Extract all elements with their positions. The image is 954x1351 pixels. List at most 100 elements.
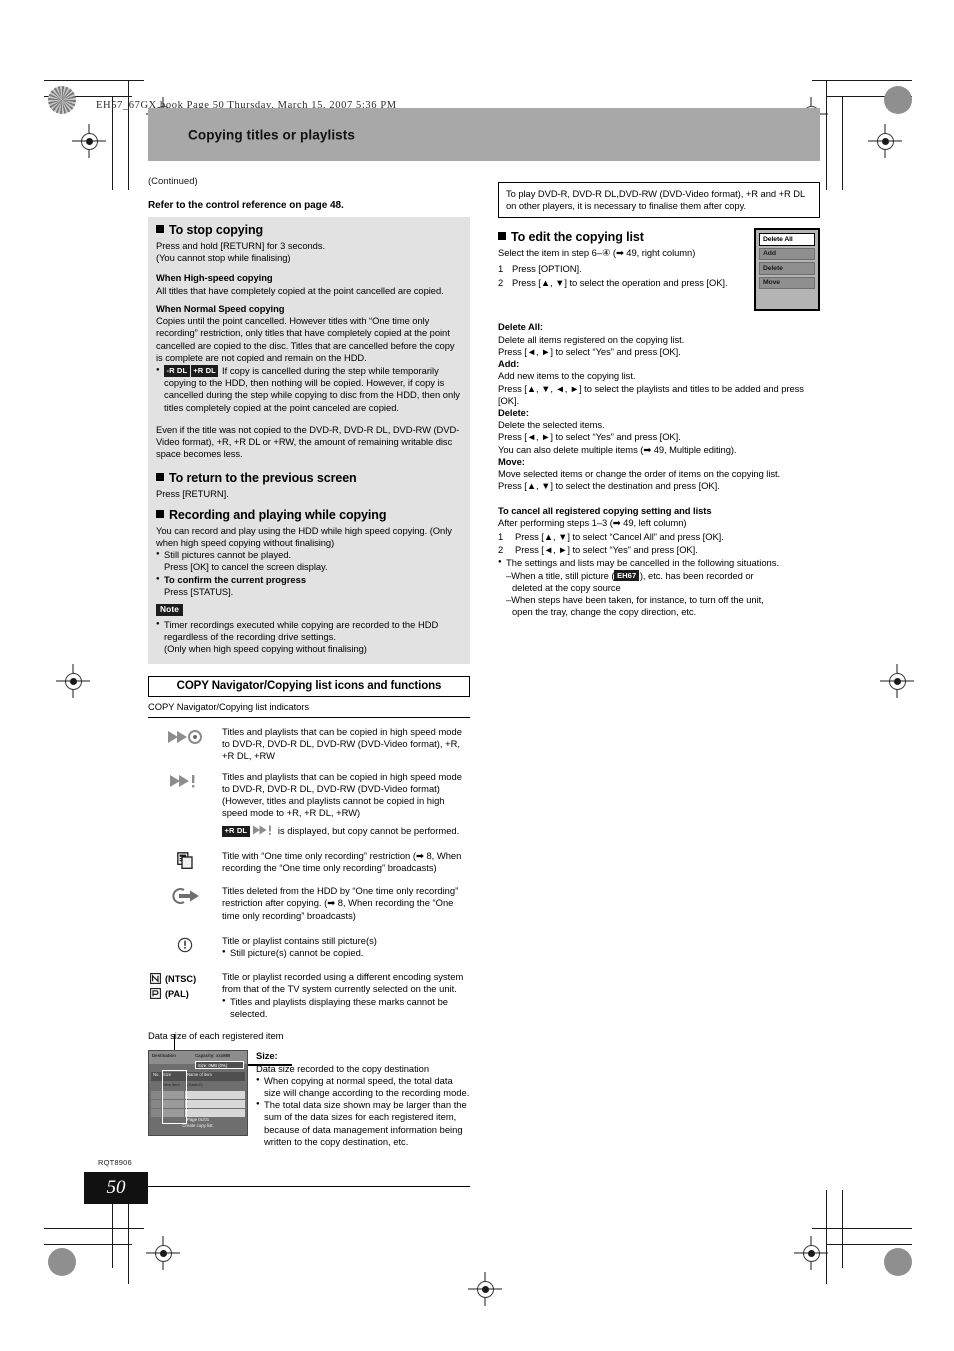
fast-forward-exclaim-inline-icon xyxy=(253,825,272,836)
copy-list-screen-figure: Destination Capacity: xxxMB Size: 0MB (0… xyxy=(148,1034,292,1148)
ntsc-mark-icon xyxy=(150,973,161,985)
disc-badge-minus-r-dl: -R DL xyxy=(164,365,190,377)
option-menu[interactable]: Delete All Add Delete Move xyxy=(754,228,820,312)
normal-speed-copying-body: Copies until the point cancelled. Howeve… xyxy=(156,315,455,363)
cancel-step-1: 1 Press [▲, ▼] to select “Cancel All” an… xyxy=(498,531,820,543)
note-bullet: Timer recordings executed while copying … xyxy=(156,619,462,643)
data-size-caption: Data size of each registered item xyxy=(148,1030,284,1042)
finalise-notice-text: To play DVD-R, DVD-R DL,DVD-RW (DVD-Vide… xyxy=(506,188,805,212)
operation-line: Press [▲, ▼, ◄, ►] to select the playlis… xyxy=(498,382,804,406)
square-bullet-icon xyxy=(156,225,164,233)
stop-copying-line-1: Press and hold [RETURN] for 3 seconds. xyxy=(156,240,326,251)
deleted-after-copy-arrow-icon xyxy=(148,885,222,910)
dash-1-suffix: ), etc. has been recorded or xyxy=(639,569,754,581)
dl-disc-bullet: -R DL+R DL If copy is cancelled during t… xyxy=(156,365,462,414)
row-total: (Total=0) xyxy=(187,1082,203,1088)
left-column: Refer to the control reference on page 4… xyxy=(148,200,470,1148)
step-text: Press [OPTION]. xyxy=(512,262,582,274)
indicator-row: (NTSC) (PAL) Title or playlist recorded … xyxy=(148,971,470,1020)
option-menu-item-delete[interactable]: Delete xyxy=(759,262,815,275)
cancel-all-bullet: The settings and lists may be cancelled … xyxy=(498,557,820,569)
disc-badge-plus-r-dl: +R DL xyxy=(222,825,250,838)
cancel-step-2: 2 Press [◄, ►] to select “Yes” and press… xyxy=(498,544,820,556)
indicator-row: Titles and playlists that can be copied … xyxy=(148,726,470,763)
indicator-row: Titles deleted from the HDD by “One time… xyxy=(148,885,470,922)
indicator-text: Title or playlist contains still picture… xyxy=(222,935,470,959)
operation-title: Add: xyxy=(498,358,520,370)
indicator-bullet: Titles and playlists displaying these ma… xyxy=(222,996,470,1020)
page-title-band: Copying titles or playlists xyxy=(148,108,820,161)
indicator-text: Titles deleted from the HDD by “One time… xyxy=(222,885,459,921)
indicator-row: Title with “One time only recording” res… xyxy=(148,850,470,874)
operation-line: Add new items to the copying list. xyxy=(498,370,636,382)
document-code: RQT8906 xyxy=(98,1158,132,1167)
indicator-text: Titles and playlists that can be copied … xyxy=(222,771,470,838)
recording-playing-body: You can record and play using the HDD wh… xyxy=(156,524,452,548)
option-menu-item-add[interactable]: Add xyxy=(759,247,815,261)
operation-title: Delete All: xyxy=(498,321,543,333)
page-title: Copying titles or playlists xyxy=(188,127,355,142)
divider-rule xyxy=(148,716,470,718)
manual-page: EH57_67GX.book Page 50 Thursday, March 1… xyxy=(0,0,954,1351)
destination-label: Destination xyxy=(152,1053,176,1059)
operation-title: Move: xyxy=(498,455,525,467)
indicator-text-line-2: (However, titles and playlists cannot be… xyxy=(222,795,445,819)
callout-leader-line xyxy=(248,1064,292,1066)
size-heading: Size: xyxy=(256,1050,278,1062)
edit-step-1: 1 Press [OPTION]. xyxy=(498,263,746,275)
option-menu-item-move[interactable]: Move xyxy=(759,276,815,290)
cancel-all-section: To cancel all registered copying setting… xyxy=(498,505,820,619)
pal-mark-icon xyxy=(150,988,161,1000)
step-number: 2 xyxy=(498,544,504,556)
edit-copying-list-heading: To edit the copying list xyxy=(498,230,746,245)
return-previous-screen-body: Press [RETURN]. xyxy=(156,487,229,499)
dash-1-prefix: –When a title, still picture ( xyxy=(506,569,615,581)
stop-copying-panel: To stop copying Press and hold [RETURN] … xyxy=(148,217,470,664)
step-number: 1 xyxy=(498,262,504,274)
square-bullet-icon xyxy=(156,509,164,518)
operation-line: Press [▲, ▼] to select the destination a… xyxy=(498,480,720,492)
step-text: Press [▲, ▼] to select the operation and… xyxy=(512,276,728,288)
note-badge: Note xyxy=(156,603,184,616)
capacity-label: Capacity: xxxMB xyxy=(195,1053,231,1059)
step-text: Press [◄, ►] to select “Yes” and press [… xyxy=(515,544,698,556)
indicator-text: Title with “One time only recording” res… xyxy=(222,849,462,873)
to-stop-copying-heading: To stop copying xyxy=(156,223,462,238)
cancel-all-dash-2-cont: open the tray, change the copy direction… xyxy=(512,606,697,618)
footer-rule xyxy=(148,1186,470,1188)
operation-line: Delete all items registered on the copyi… xyxy=(498,333,685,345)
ntsc-label: (NTSC) xyxy=(165,973,197,984)
disc-badge-plus-r-dl: +R DL xyxy=(190,365,219,377)
recording-playing-bullet-2-sub: Press [STATUS]. xyxy=(164,585,234,597)
operation-line: Press [◄, ►] to select “Yes” and press [… xyxy=(498,345,681,357)
square-bullet-icon xyxy=(156,472,164,481)
step-text: Press [▲, ▼] to select “Cancel All” and … xyxy=(515,530,724,542)
finalise-notice-box: To play DVD-R, DVD-R DL,DVD-RW (DVD-Vide… xyxy=(498,182,820,219)
continued-label: (Continued) xyxy=(148,176,198,187)
normal-speed-copying-heading: When Normal Speed copying xyxy=(156,302,285,314)
recording-playing-heading: Recording and playing while copying xyxy=(156,508,462,523)
still-picture-warning-icon xyxy=(148,935,222,958)
indicator-sub-note: +R DL is displayed, but copy cannot be p… xyxy=(222,825,470,838)
cancel-all-dash-1-cont: deleted at the copy source xyxy=(512,581,621,593)
copy-navigator-subheading: COPY Navigator/Copying list indicators xyxy=(148,700,310,712)
operation-line: Move selected items or change the order … xyxy=(498,468,781,480)
fast-forward-disc-icon xyxy=(148,726,222,746)
size-column-highlight xyxy=(162,1070,187,1125)
stop-copying-closing-paragraph: Even if the title was not copied to the … xyxy=(156,423,460,460)
copy-list-screen-mock: Destination Capacity: xxxMB Size: 0MB (0… xyxy=(148,1050,248,1137)
high-speed-copying-heading: When High-speed copying xyxy=(156,272,273,284)
size-bullet-1: When copying at normal speed, the total … xyxy=(256,1075,470,1099)
option-menu-item-delete-all[interactable]: Delete All xyxy=(759,233,815,246)
pal-label: (PAL) xyxy=(165,988,189,999)
option-menu-panel[interactable]: Delete All Add Delete Move xyxy=(754,228,820,312)
return-previous-screen-heading: To return to the previous screen xyxy=(156,471,462,486)
option-menu-empty-slot xyxy=(759,291,815,305)
operation-title: Delete: xyxy=(498,406,529,418)
edit-copying-list-section: To edit the copying list Select the item… xyxy=(498,230,754,289)
cancel-all-heading: To cancel all registered copying setting… xyxy=(498,504,712,516)
note-bullet-sub: (Only when high speed copying without fi… xyxy=(164,643,367,655)
size-bullet-2: The total data size shown may be larger … xyxy=(256,1099,470,1148)
size-readout: Size: 0MB (0%) xyxy=(195,1061,244,1070)
operation-line: You can also delete multiple items (➡ 49… xyxy=(498,443,737,455)
